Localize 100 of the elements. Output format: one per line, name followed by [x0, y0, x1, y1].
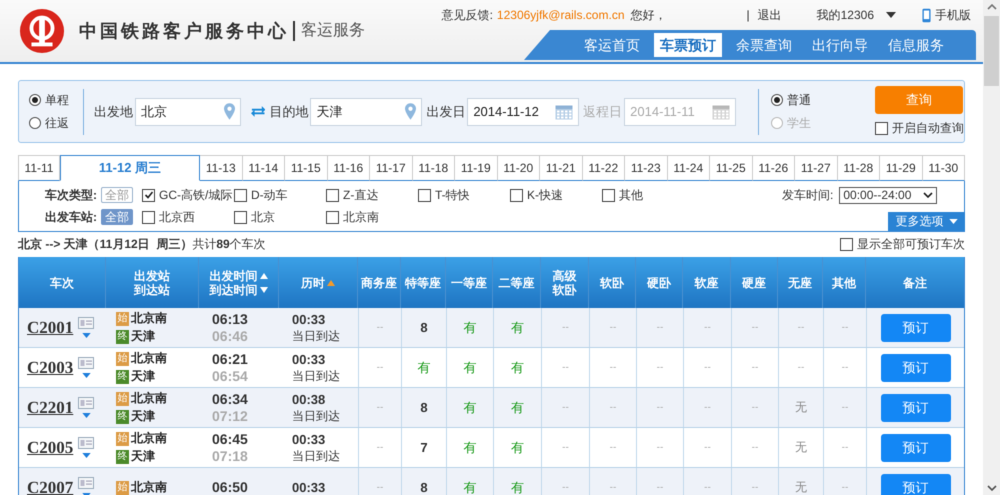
- logo-icon[interactable]: [19, 8, 65, 54]
- more-options-button[interactable]: 更多选项: [888, 212, 965, 231]
- checkbox[interactable]: [234, 210, 247, 224]
- nav-tab[interactable]: 信息服务: [882, 33, 950, 57]
- book-button[interactable]: 预订: [880, 314, 950, 342]
- column-header: 硬座: [742, 276, 766, 290]
- station-name: 北京南: [131, 310, 167, 327]
- checkbox[interactable]: [142, 188, 155, 202]
- radio-label: 学生: [786, 114, 811, 132]
- seat-availability: --: [610, 482, 616, 493]
- phone-icon[interactable]: [922, 8, 931, 22]
- nav-tab[interactable]: 客运首页: [578, 33, 646, 57]
- from-field[interactable]: 北京: [134, 98, 242, 126]
- station-name: 北京南: [131, 479, 167, 495]
- date-tab[interactable]: 11-30: [922, 155, 965, 181]
- book-button[interactable]: 预订: [880, 474, 950, 495]
- radio-button[interactable]: [770, 94, 783, 106]
- book-button[interactable]: 预订: [880, 354, 950, 382]
- checkbox[interactable]: [326, 210, 339, 224]
- date-tab[interactable]: 11-21: [540, 155, 582, 181]
- seat-availability: --: [704, 402, 711, 413]
- card-icon[interactable]: [78, 357, 94, 369]
- date-field[interactable]: 2014-11-12: [467, 98, 580, 126]
- checkbox-label: D-动车: [251, 186, 288, 204]
- radio-button[interactable]: [29, 117, 41, 129]
- checkbox-label: 其他: [619, 186, 643, 204]
- card-icon[interactable]: [78, 397, 94, 409]
- start-badge: 始: [116, 392, 129, 406]
- date-tab[interactable]: 11-19: [455, 155, 498, 181]
- my-account-link[interactable]: 我的12306: [816, 6, 874, 24]
- train-number-link[interactable]: C2003: [27, 358, 74, 378]
- scroll-down-icon[interactable]: [986, 485, 996, 491]
- separator-text: |: [746, 8, 750, 22]
- radio-button[interactable]: [29, 94, 41, 106]
- seat-availability: --: [656, 402, 664, 413]
- checkbox[interactable]: [234, 188, 247, 202]
- to-field[interactable]: 天津: [310, 98, 422, 126]
- arrival-day-text: 当日到达: [292, 448, 341, 464]
- logout-link[interactable]: 退出: [758, 6, 782, 24]
- checkbox[interactable]: [418, 188, 431, 202]
- book-button[interactable]: 预订: [880, 394, 950, 422]
- date-tab[interactable]: 11-12 周三: [60, 155, 200, 181]
- column-header: 其他: [832, 276, 856, 290]
- seat-availability: --: [376, 482, 384, 493]
- result-summary: 北京 --> 天津（11月12日 周三）共计89个车次: [18, 236, 266, 253]
- swap-icon[interactable]: [251, 105, 266, 118]
- end-badge: 终: [116, 450, 129, 464]
- date-tab[interactable]: 11-16: [328, 155, 370, 181]
- calendar-icon[interactable]: [555, 104, 574, 120]
- date-tab[interactable]: 11-24: [668, 155, 710, 181]
- seat-availability: --: [752, 402, 758, 413]
- train-number-link[interactable]: C2201: [27, 398, 74, 418]
- seat-availability: 有: [464, 398, 476, 416]
- column-header: 软卧: [600, 276, 624, 290]
- sort-header[interactable]: 历时: [301, 276, 335, 290]
- checkbox[interactable]: [142, 210, 155, 224]
- card-icon[interactable]: [78, 317, 94, 329]
- train-number-link[interactable]: C2007: [27, 478, 74, 495]
- date-tab[interactable]: 11-29: [880, 155, 922, 181]
- scroll-thumb[interactable]: [984, 16, 999, 86]
- date-tab[interactable]: 11-22: [582, 155, 625, 181]
- nav-tab[interactable]: 出行向导: [806, 33, 874, 57]
- date-tab[interactable]: 11-27: [795, 155, 838, 181]
- caret-icon: [923, 192, 934, 198]
- seat-availability: 8: [420, 320, 428, 335]
- date-tab[interactable]: 11-15: [285, 155, 328, 181]
- train-number-link[interactable]: C2005: [27, 438, 74, 458]
- checkbox[interactable]: [840, 238, 853, 251]
- scroll-up-icon[interactable]: [986, 4, 996, 10]
- caret-icon[interactable]: [886, 12, 896, 18]
- checkbox[interactable]: [326, 188, 339, 202]
- time-select[interactable]: 00:00--24:00: [839, 186, 938, 204]
- date-tab[interactable]: 11-11: [18, 155, 60, 181]
- seat-availability: 有: [464, 318, 476, 336]
- scrollbar[interactable]: [983, 0, 1000, 495]
- checkbox[interactable]: [510, 188, 523, 202]
- seat-availability: --: [752, 362, 758, 373]
- date-tab[interactable]: 11-28: [838, 155, 880, 181]
- sort-header[interactable]: 到达时间: [210, 282, 268, 296]
- date-tab[interactable]: 11-23: [625, 155, 668, 181]
- date-tab[interactable]: 11-26: [752, 155, 795, 181]
- field-label: 出发地: [94, 102, 133, 120]
- date-tab[interactable]: 11-13: [200, 155, 242, 181]
- train-number-link[interactable]: C2001: [27, 318, 74, 338]
- field-label: 目的地: [269, 102, 308, 120]
- seat-availability: --: [798, 322, 804, 333]
- book-button[interactable]: 预订: [880, 434, 950, 462]
- card-icon[interactable]: [78, 477, 94, 489]
- nav-tab[interactable]: 余票查询: [730, 33, 798, 57]
- card-icon[interactable]: [78, 437, 94, 449]
- date-tab[interactable]: 11-14: [242, 155, 285, 181]
- date-tab[interactable]: 11-17: [370, 155, 412, 181]
- checkbox[interactable]: [874, 122, 888, 135]
- date-tab[interactable]: 11-25: [710, 155, 752, 181]
- seat-availability: --: [376, 442, 384, 453]
- checkbox[interactable]: [602, 188, 615, 202]
- nav-tab[interactable]: 车票预订: [654, 33, 722, 57]
- date-tab[interactable]: 11-18: [412, 155, 455, 181]
- date-tab[interactable]: 11-20: [498, 155, 540, 181]
- mobile-link[interactable]: 手机版: [935, 6, 971, 24]
